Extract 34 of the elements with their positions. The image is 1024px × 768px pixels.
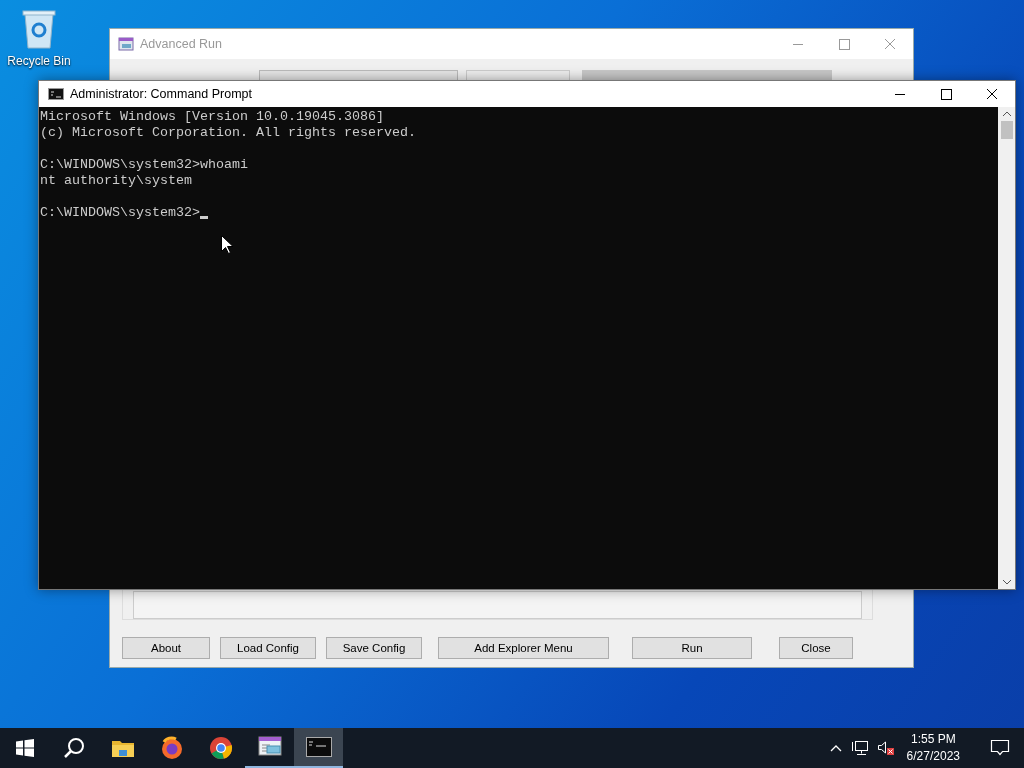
dialog-button[interactable]: About bbox=[122, 637, 210, 659]
console-line: C:\WINDOWS\system32>whoami bbox=[40, 157, 248, 173]
network-icon[interactable] bbox=[850, 740, 869, 756]
scrollbar[interactable] bbox=[998, 107, 1015, 589]
scroll-thumb[interactable] bbox=[1000, 121, 1013, 139]
browser-icon bbox=[208, 736, 233, 760]
console-line: Microsoft Windows [Version 10.0.19045.3086] bbox=[40, 109, 384, 125]
search-icon bbox=[62, 737, 85, 759]
dialog-button[interactable]: Close bbox=[779, 637, 853, 659]
app-icon bbox=[118, 36, 134, 52]
console-line: (c) Microsoft Corporation. All rights reserved. bbox=[40, 125, 416, 141]
folder-icon bbox=[110, 738, 135, 758]
clock-time[interactable]: 1:55 PM bbox=[910, 731, 956, 748]
icon-label: Recycle Bin bbox=[7, 54, 71, 68]
console-line: nt authority\system bbox=[40, 173, 192, 189]
app-window-icon bbox=[257, 736, 282, 758]
recycle-bin-icon[interactable] bbox=[21, 8, 57, 50]
taskbar-button[interactable] bbox=[294, 728, 343, 768]
dialog-button[interactable]: Add Explorer Menu bbox=[438, 637, 609, 659]
notification-icon[interactable] bbox=[990, 739, 1010, 757]
dialog-button[interactable]: Save Config bbox=[326, 637, 422, 659]
window-title: Advanced Run bbox=[140, 37, 222, 51]
console-line: C:\WINDOWS\system32> bbox=[40, 205, 200, 221]
text-cursor bbox=[199, 216, 208, 219]
speaker-muted-icon[interactable] bbox=[876, 740, 895, 756]
windows-logo-icon bbox=[15, 739, 34, 757]
console-icon bbox=[305, 737, 332, 757]
console-icon bbox=[48, 86, 64, 102]
window-title: Administrator: Command Prompt bbox=[70, 87, 252, 101]
browser-icon bbox=[159, 736, 184, 760]
dialog-button[interactable]: Run bbox=[632, 637, 752, 659]
clock-date[interactable]: 6/27/2023 bbox=[906, 748, 960, 765]
mouse-pointer-icon bbox=[221, 235, 233, 254]
dialog-button[interactable]: Load Config bbox=[220, 637, 316, 659]
